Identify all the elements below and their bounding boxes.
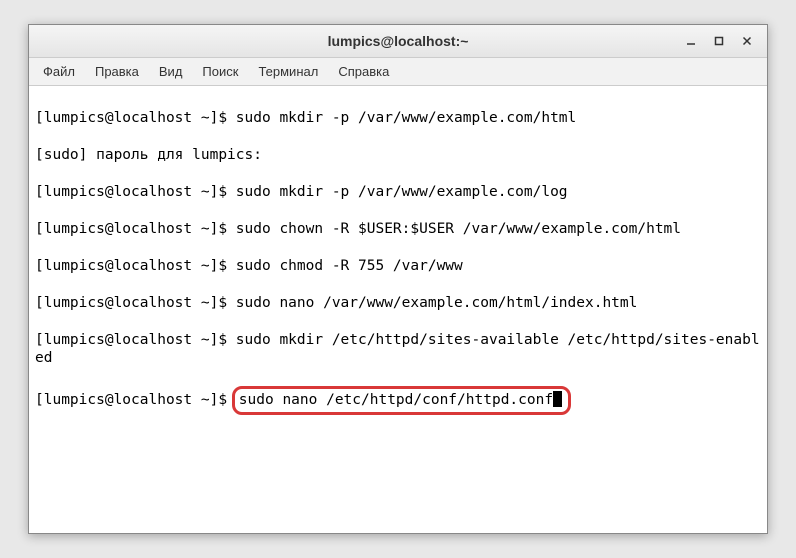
prompt: [lumpics@localhost ~]$ — [35, 221, 236, 237]
menu-help[interactable]: Справка — [328, 60, 399, 83]
prompt: [lumpics@localhost ~]$ — [35, 332, 236, 348]
menu-edit[interactable]: Правка — [85, 60, 149, 83]
command-text: [sudo] пароль для lumpics: — [35, 147, 262, 163]
command-text: sudo chmod -R 755 /var/www — [236, 258, 463, 274]
terminal-window: lumpics@localhost:~ Файл Правка Вид Поис… — [28, 24, 768, 534]
menu-view[interactable]: Вид — [149, 60, 193, 83]
prompt: [lumpics@localhost ~]$ — [35, 184, 236, 200]
command-text: sudo mkdir -p /var/www/example.com/log — [236, 184, 568, 200]
window-controls — [677, 25, 761, 57]
cursor-icon — [553, 391, 562, 407]
maximize-button[interactable] — [705, 29, 733, 53]
command-text: sudo nano /etc/httpd/conf/httpd.conf — [239, 392, 553, 408]
prompt: [lumpics@localhost ~]$ — [35, 258, 236, 274]
command-text: sudo chown -R $USER:$USER /var/www/examp… — [236, 221, 681, 237]
terminal-line: [lumpics@localhost ~]$ sudo mkdir /etc/h… — [35, 331, 761, 368]
window-title: lumpics@localhost:~ — [328, 33, 469, 49]
terminal-line: [lumpics@localhost ~]$ sudo mkdir -p /va… — [35, 183, 761, 202]
terminal-line: [lumpics@localhost ~]$ sudo chown -R $US… — [35, 220, 761, 239]
prompt: [lumpics@localhost ~]$ — [35, 392, 236, 408]
titlebar: lumpics@localhost:~ — [29, 25, 767, 58]
close-button[interactable] — [733, 29, 761, 53]
menu-search[interactable]: Поиск — [192, 60, 248, 83]
terminal-line: [lumpics@localhost ~]$ sudo chmod -R 755… — [35, 257, 761, 276]
terminal-current-line: [lumpics@localhost ~]$ sudo nano /etc/ht… — [35, 386, 761, 415]
highlighted-command: sudo nano /etc/httpd/conf/httpd.conf — [232, 386, 571, 415]
minimize-button[interactable] — [677, 29, 705, 53]
menu-file[interactable]: Файл — [33, 60, 85, 83]
terminal-output[interactable]: [lumpics@localhost ~]$ sudo mkdir -p /va… — [29, 86, 767, 533]
terminal-line: [sudo] пароль для lumpics: — [35, 146, 761, 165]
terminal-line: [lumpics@localhost ~]$ sudo nano /var/ww… — [35, 294, 761, 313]
prompt: [lumpics@localhost ~]$ — [35, 110, 236, 126]
menubar: Файл Правка Вид Поиск Терминал Справка — [29, 58, 767, 86]
command-text: sudo mkdir -p /var/www/example.com/html — [236, 110, 576, 126]
terminal-line: [lumpics@localhost ~]$ sudo mkdir -p /va… — [35, 109, 761, 128]
command-text: sudo nano /var/www/example.com/html/inde… — [236, 295, 638, 311]
prompt: [lumpics@localhost ~]$ — [35, 295, 236, 311]
menu-terminal[interactable]: Терминал — [248, 60, 328, 83]
